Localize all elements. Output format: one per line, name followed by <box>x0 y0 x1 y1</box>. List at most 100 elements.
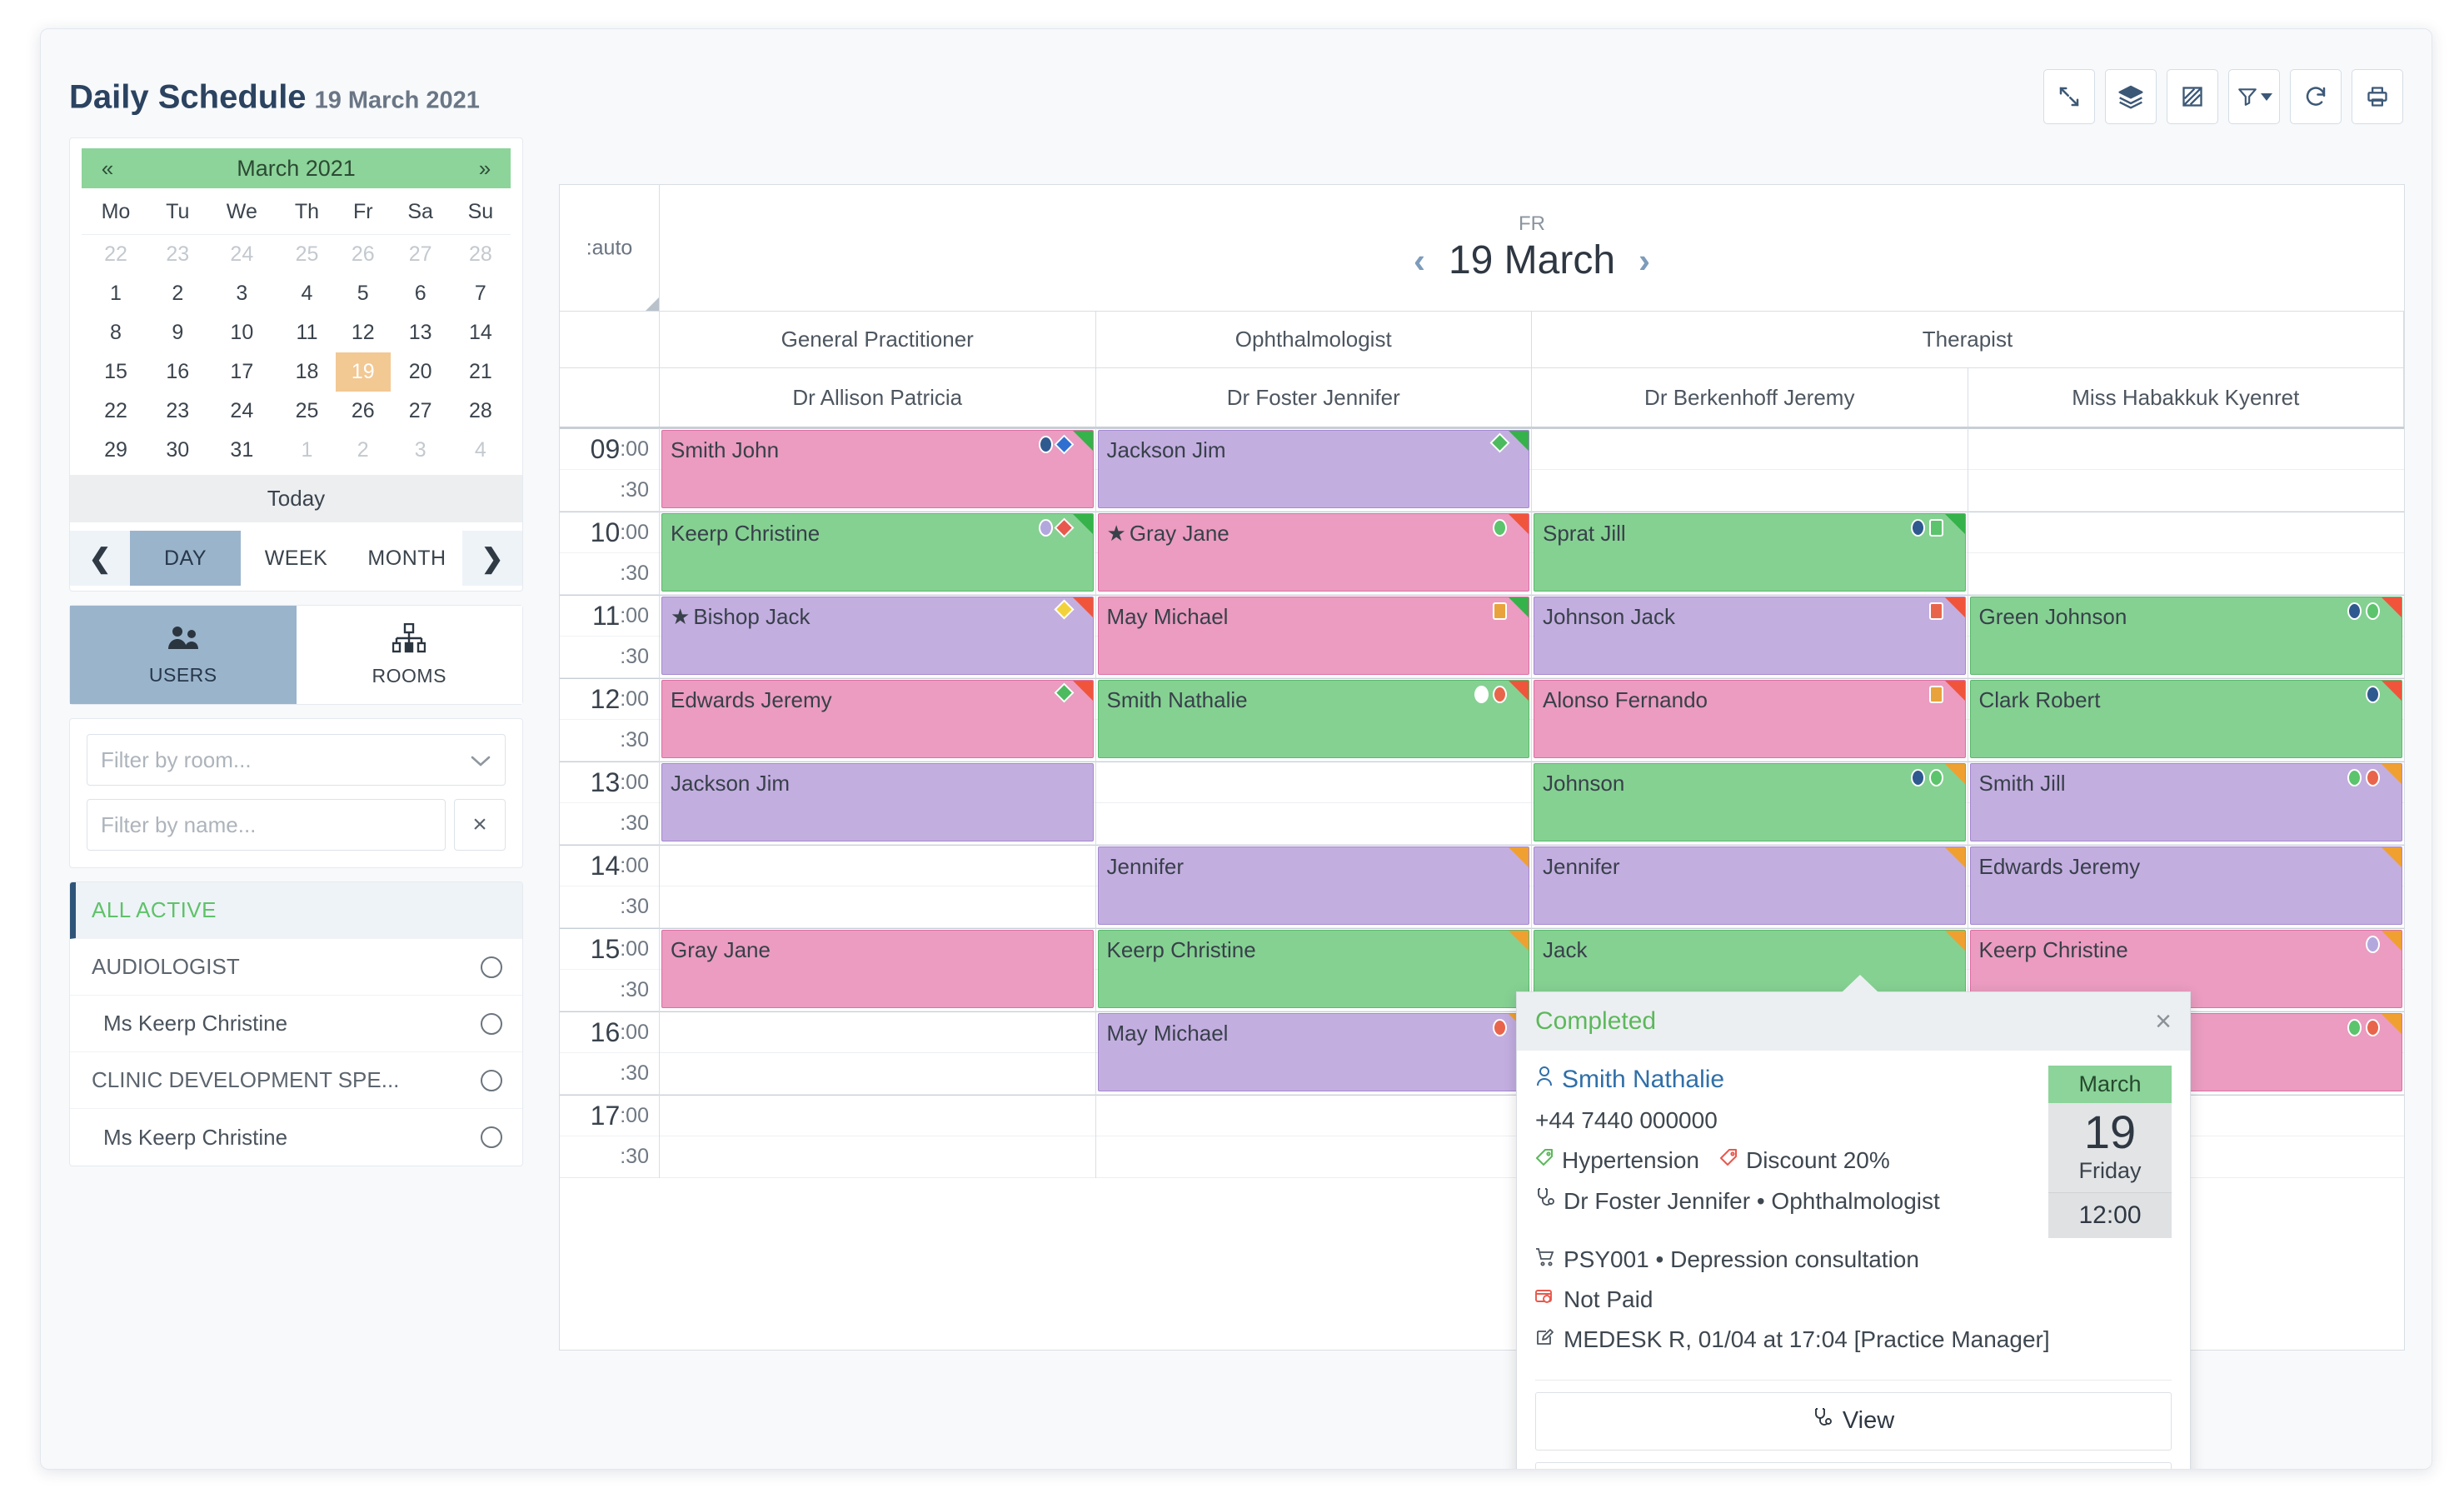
calendar-day[interactable]: 3 <box>391 431 451 470</box>
select-radio[interactable] <box>481 956 502 978</box>
range-next-button[interactable]: ❯ <box>462 531 522 586</box>
appointment-block[interactable]: ★ Gray Jane <box>1097 513 1529 592</box>
appointment-block[interactable]: Edwards Jeremy <box>661 680 1094 758</box>
duplicate-button[interactable]: Duplicate <box>1535 1461 2172 1469</box>
calendar-day[interactable]: 9 <box>150 313 206 352</box>
calendar-day[interactable]: 4 <box>451 431 511 470</box>
calendar-day[interactable]: 7 <box>451 274 511 313</box>
calendar-day[interactable]: 12 <box>336 313 391 352</box>
calendar-day[interactable]: 26 <box>336 392 391 431</box>
appointment-block[interactable]: Keerp Christine <box>661 513 1094 592</box>
calendar-day[interactable]: 31 <box>206 431 278 470</box>
appointment-block[interactable]: Jackson Jim <box>1097 430 1529 508</box>
calendar-day[interactable]: 22 <box>82 235 150 275</box>
calendar-day[interactable]: 1 <box>82 274 150 313</box>
appointment-block[interactable]: Smith Jill <box>1969 763 2402 841</box>
clear-filter-button[interactable]: × <box>454 799 506 851</box>
appointment-block[interactable]: Edwards Jeremy <box>1969 846 2402 925</box>
users-tab[interactable]: USERS <box>70 606 297 704</box>
shading-button[interactable] <box>2167 69 2218 124</box>
empty-slot[interactable] <box>660 1053 1095 1095</box>
appointment-block[interactable]: Johnson <box>1534 763 1966 841</box>
today-button[interactable]: Today <box>70 475 522 522</box>
calendar-day[interactable]: 26 <box>336 235 391 275</box>
calendar-day[interactable]: 13 <box>391 313 451 352</box>
empty-slot[interactable] <box>1968 470 2404 512</box>
range-prev-button[interactable]: ❮ <box>70 531 130 586</box>
doctor-header[interactable]: Dr Allison Patricia <box>660 368 1096 427</box>
calendar-day[interactable]: 14 <box>451 313 511 352</box>
datepicker-next-button[interactable]: » <box>459 156 511 182</box>
layers-button[interactable] <box>2105 69 2157 124</box>
prev-day-button[interactable]: ‹ <box>1414 242 1425 278</box>
next-day-button[interactable]: › <box>1639 242 1650 278</box>
calendar-day[interactable]: 22 <box>82 392 150 431</box>
appointment-block[interactable]: Clark Robert <box>1969 680 2402 758</box>
appointment-block[interactable]: Jennifer <box>1534 846 1966 925</box>
calendar-day[interactable]: 15 <box>82 352 150 392</box>
room-filter-select[interactable]: Filter by room... <box>87 734 506 786</box>
user-group-row[interactable]: CLINIC DEVELOPMENT SPE... <box>70 1052 522 1109</box>
calendar-day[interactable]: 28 <box>451 392 511 431</box>
calendar-day[interactable]: 21 <box>451 352 511 392</box>
close-icon[interactable]: × <box>2155 1006 2172 1038</box>
calendar-day[interactable]: 27 <box>391 392 451 431</box>
calendar-day[interactable]: 30 <box>150 431 206 470</box>
appointment-block[interactable]: May Michael <box>1097 597 1529 675</box>
calendar-day[interactable]: 5 <box>336 274 391 313</box>
patient-row[interactable]: Smith Nathalie <box>1535 1066 2043 1094</box>
empty-slot[interactable] <box>1095 1095 1531 1136</box>
calendar-day[interactable]: 3 <box>206 274 278 313</box>
calendar-day[interactable]: 27 <box>391 235 451 275</box>
doctor-header[interactable]: Dr Foster Jennifer <box>1096 368 1532 427</box>
range-month-button[interactable]: MONTH <box>352 531 462 586</box>
appointment-block[interactable]: Smith John <box>661 430 1094 508</box>
range-day-button[interactable]: DAY <box>130 531 241 586</box>
appointment-block[interactable]: Sprat Jill <box>1534 513 1966 592</box>
appointment-block[interactable]: Alonso Fernando <box>1534 680 1966 758</box>
refresh-button[interactable] <box>2290 69 2342 124</box>
doctor-header[interactable]: Miss Habakkuk Kyenret <box>1968 368 2404 427</box>
empty-slot[interactable] <box>660 886 1095 928</box>
calendar-day[interactable]: 2 <box>150 274 206 313</box>
appointment-block[interactable]: Smith Nathalie <box>1097 680 1529 758</box>
filter-button[interactable] <box>2228 69 2280 124</box>
calendar-day[interactable]: 18 <box>278 352 336 392</box>
appointment-block[interactable]: Gray Jane <box>661 930 1094 1008</box>
calendar-day[interactable]: 16 <box>150 352 206 392</box>
appointment-block[interactable]: Jackson Jim <box>661 763 1094 841</box>
empty-slot[interactable] <box>1968 512 2404 553</box>
appointment-block[interactable]: May Michael <box>1097 1013 1529 1091</box>
fullscreen-button[interactable] <box>2043 69 2095 124</box>
view-button[interactable]: View <box>1535 1391 2172 1451</box>
user-list-header[interactable]: ALL ACTIVE <box>70 882 522 939</box>
calendar-day[interactable]: 1 <box>278 431 336 470</box>
empty-slot[interactable] <box>660 1011 1095 1053</box>
select-radio[interactable] <box>481 1012 502 1035</box>
calendar-day[interactable]: 8 <box>82 313 150 352</box>
empty-slot[interactable] <box>1968 553 2404 595</box>
empty-slot[interactable] <box>1532 470 1968 512</box>
calendar-day-selected[interactable]: 19 <box>335 352 391 392</box>
appointment-block[interactable]: ★ Bishop Jack <box>661 597 1094 675</box>
calendar-day[interactable]: 24 <box>206 235 278 275</box>
empty-slot[interactable] <box>1532 428 1968 470</box>
calendar-day[interactable]: 25 <box>278 235 336 275</box>
calendar-day[interactable]: 20 <box>391 352 451 392</box>
empty-slot[interactable] <box>660 1136 1095 1178</box>
select-radio[interactable] <box>481 1069 502 1091</box>
doctor-header[interactable]: Dr Berkenhoff Jeremy <box>1532 368 1968 427</box>
calendar-day[interactable]: 28 <box>451 235 511 275</box>
print-button[interactable] <box>2352 69 2403 124</box>
empty-slot[interactable] <box>660 1095 1095 1136</box>
calendar-day[interactable]: 25 <box>278 392 336 431</box>
empty-slot[interactable] <box>1095 1136 1531 1178</box>
calendar-day[interactable]: 17 <box>206 352 278 392</box>
calendar-day[interactable]: 24 <box>206 392 278 431</box>
rooms-tab[interactable]: ROOMS <box>296 606 522 704</box>
calendar-day[interactable]: 23 <box>150 235 206 275</box>
appointment-block[interactable]: Green Johnson <box>1969 597 2402 675</box>
calendar-day[interactable]: 4 <box>278 274 336 313</box>
range-week-button[interactable]: WEEK <box>241 531 352 586</box>
appointment-block[interactable]: Keerp Christine <box>1097 930 1529 1008</box>
